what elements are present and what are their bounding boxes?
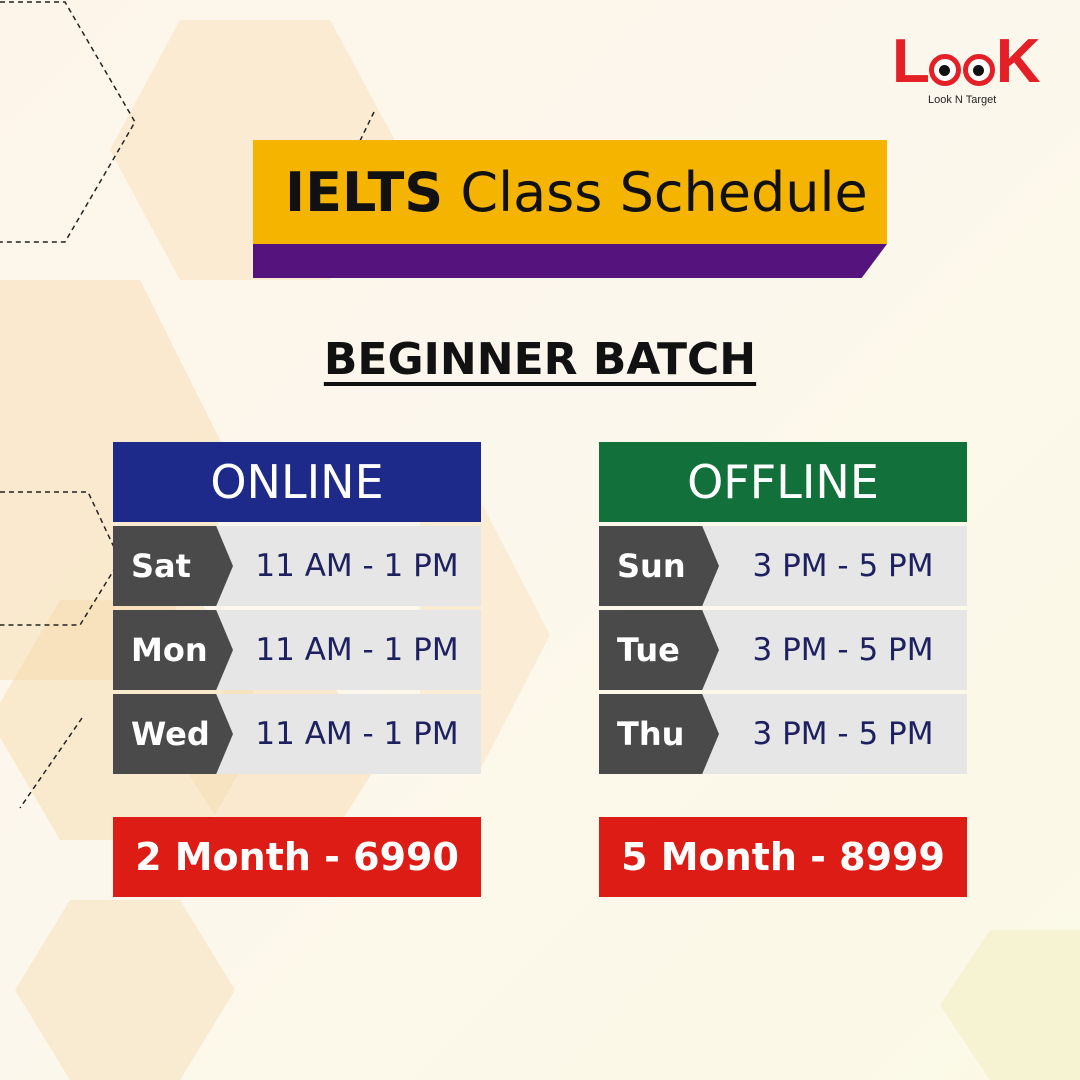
poster: L K Look N Target IELTS Class Schedule B… [0, 0, 1080, 1080]
logo-eye-icon [962, 54, 995, 86]
time-slot: 11 AM - 1 PM [255, 548, 459, 584]
logo-wordmark: L K [892, 27, 1041, 96]
title-banner: IELTS Class Schedule [253, 140, 887, 278]
schedule-row: Mon 11 AM - 1 PM [113, 610, 481, 690]
logo-letter-k: K [995, 27, 1041, 96]
look-logo: L K Look N Target [892, 27, 1042, 107]
batch-subtitle-text: BEGINNER BATCH [323, 334, 757, 385]
title-banner-yellow: IELTS Class Schedule [253, 140, 887, 244]
title-bold: IELTS [285, 160, 444, 224]
day-label: Thu [599, 694, 719, 774]
time-slot: 3 PM - 5 PM [752, 548, 934, 584]
schedule-row: Thu 3 PM - 5 PM [599, 694, 967, 774]
title-banner-purple-strip [253, 244, 887, 278]
offline-schedule: OFFLINE Sun 3 PM - 5 PM Tue 3 PM - 5 PM … [599, 442, 967, 774]
schedule-row: Sat 11 AM - 1 PM [113, 526, 481, 606]
time-slot: 3 PM - 5 PM [752, 632, 934, 668]
time-slot: 11 AM - 1 PM [255, 716, 459, 752]
schedule-row: Wed 11 AM - 1 PM [113, 694, 481, 774]
time-slot: 11 AM - 1 PM [255, 632, 459, 668]
logo-eye-icon [928, 54, 961, 86]
schedule-row: Tue 3 PM - 5 PM [599, 610, 967, 690]
logo-letter-l: L [892, 27, 930, 96]
day-label: Wed [113, 694, 233, 774]
page-title: IELTS Class Schedule [285, 161, 868, 224]
logo-tagline: Look N Target [928, 94, 997, 106]
day-label: Sun [599, 526, 719, 606]
day-label: Tue [599, 610, 719, 690]
offline-price-badge: 5 Month - 8999 [599, 817, 967, 897]
schedule-row: Sun 3 PM - 5 PM [599, 526, 967, 606]
offline-heading: OFFLINE [599, 442, 967, 522]
online-heading: ONLINE [113, 442, 481, 522]
online-price-badge: 2 Month - 6990 [113, 817, 481, 897]
batch-subtitle: BEGINNER BATCH [0, 334, 1080, 385]
online-schedule: ONLINE Sat 11 AM - 1 PM Mon 11 AM - 1 PM… [113, 442, 481, 774]
time-slot: 3 PM - 5 PM [752, 716, 934, 752]
title-regular: Class Schedule [460, 160, 868, 224]
day-label: Sat [113, 526, 233, 606]
day-label: Mon [113, 610, 233, 690]
